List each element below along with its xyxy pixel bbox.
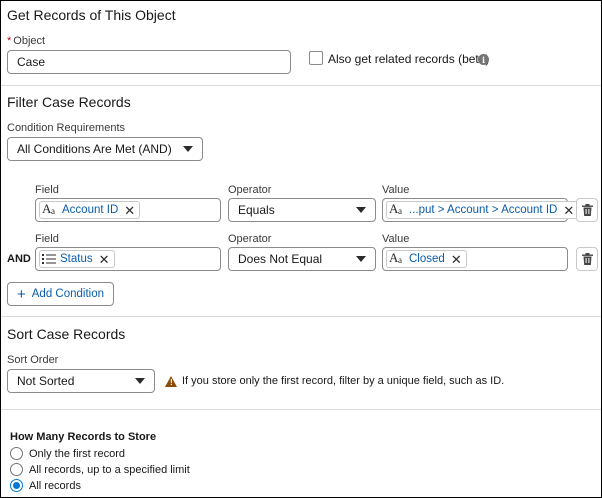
delete-condition-button[interactable] xyxy=(576,198,598,222)
object-label-text: Object xyxy=(13,35,46,47)
radio-limited-records[interactable] xyxy=(10,463,23,476)
field-pill[interactable]: Status ✕ xyxy=(39,250,115,268)
field-input[interactable]: Status ✕ xyxy=(35,247,221,271)
warning-icon: ! xyxy=(165,376,177,387)
and-prefix: AND xyxy=(7,253,31,265)
remove-icon[interactable]: ✕ xyxy=(99,253,110,266)
operator-select[interactable]: Equals xyxy=(228,198,376,222)
sort-order-select[interactable]: Not Sorted xyxy=(7,369,155,393)
value-pill-label: ...put > Account > Account ID xyxy=(409,204,558,216)
plus-icon: + xyxy=(17,285,26,303)
related-records-checkbox[interactable] xyxy=(309,51,323,65)
info-icon[interactable]: i xyxy=(478,54,489,65)
field-label: Field xyxy=(35,184,59,196)
field-pill-label: Account ID xyxy=(62,204,119,216)
field-label: Field xyxy=(35,233,59,245)
operator-value: Does Not Equal xyxy=(238,252,323,266)
section-divider xyxy=(1,409,601,410)
object-input[interactable]: Case xyxy=(7,50,291,74)
sort-order-label: Sort Order xyxy=(7,354,59,366)
value-label: Value xyxy=(382,184,410,196)
object-input-value: Case xyxy=(17,55,46,69)
value-input[interactable]: Aa ...put > Account > Account ID ✕ xyxy=(382,198,580,222)
remove-icon[interactable]: ✕ xyxy=(563,204,574,217)
condition-requirements-label: Condition Requirements xyxy=(7,122,126,134)
chevron-down-icon xyxy=(356,256,366,262)
chevron-down-icon xyxy=(183,146,193,152)
section-divider xyxy=(1,316,601,317)
get-records-title: Get Records of This Object xyxy=(7,7,176,23)
value-label: Value xyxy=(382,233,410,245)
sort-order-value: Not Sorted xyxy=(17,374,75,388)
operator-select[interactable]: Does Not Equal xyxy=(228,247,376,271)
sort-warning-text: If you store only the first record, filt… xyxy=(182,375,505,387)
field-input[interactable]: Aa Account ID ✕ xyxy=(35,198,221,222)
chevron-down-icon xyxy=(356,207,366,213)
delete-condition-button[interactable] xyxy=(576,247,598,271)
sort-records-title: Sort Case Records xyxy=(7,326,126,342)
field-pill[interactable]: Aa Account ID ✕ xyxy=(39,201,141,219)
radio-first-record-label: Only the first record xyxy=(29,448,125,460)
field-pill-label: Status xyxy=(60,253,93,265)
remove-icon[interactable]: ✕ xyxy=(451,253,462,266)
picklist-icon xyxy=(42,254,56,264)
filter-records-title: Filter Case Records xyxy=(7,94,131,110)
store-records-title: How Many Records to Store xyxy=(10,431,157,443)
operator-label: Operator xyxy=(228,184,272,196)
add-condition-label: Add Condition xyxy=(31,288,105,300)
text-type-icon: Aa xyxy=(389,201,402,216)
remove-icon[interactable]: ✕ xyxy=(124,204,135,217)
operator-label: Operator xyxy=(228,233,272,245)
radio-limited-records-label: All records, up to a specified limit xyxy=(29,464,190,476)
trash-icon xyxy=(581,204,593,216)
text-type-icon: Aa xyxy=(42,201,55,216)
value-pill[interactable]: Aa ...put > Account > Account ID ✕ xyxy=(386,201,580,219)
value-pill-label: Closed xyxy=(409,253,445,265)
value-input[interactable]: Aa Closed ✕ xyxy=(382,247,568,271)
radio-all-records-label: All records xyxy=(29,480,81,492)
object-label: * Object xyxy=(7,35,45,47)
required-marker: * xyxy=(7,35,12,47)
chevron-down-icon xyxy=(135,378,145,384)
radio-first-record[interactable] xyxy=(10,447,23,460)
section-divider xyxy=(1,85,601,86)
condition-requirements-value: All Conditions Are Met (AND) xyxy=(17,142,172,156)
text-type-icon: Aa xyxy=(389,250,402,265)
value-pill[interactable]: Aa Closed ✕ xyxy=(386,250,467,268)
condition-requirements-select[interactable]: All Conditions Are Met (AND) xyxy=(7,137,203,161)
trash-icon xyxy=(581,253,593,265)
radio-all-records[interactable] xyxy=(10,479,23,492)
related-records-label: Also get related records (beta) xyxy=(328,52,490,66)
operator-value: Equals xyxy=(238,203,275,217)
add-condition-button[interactable]: + Add Condition xyxy=(7,282,115,306)
